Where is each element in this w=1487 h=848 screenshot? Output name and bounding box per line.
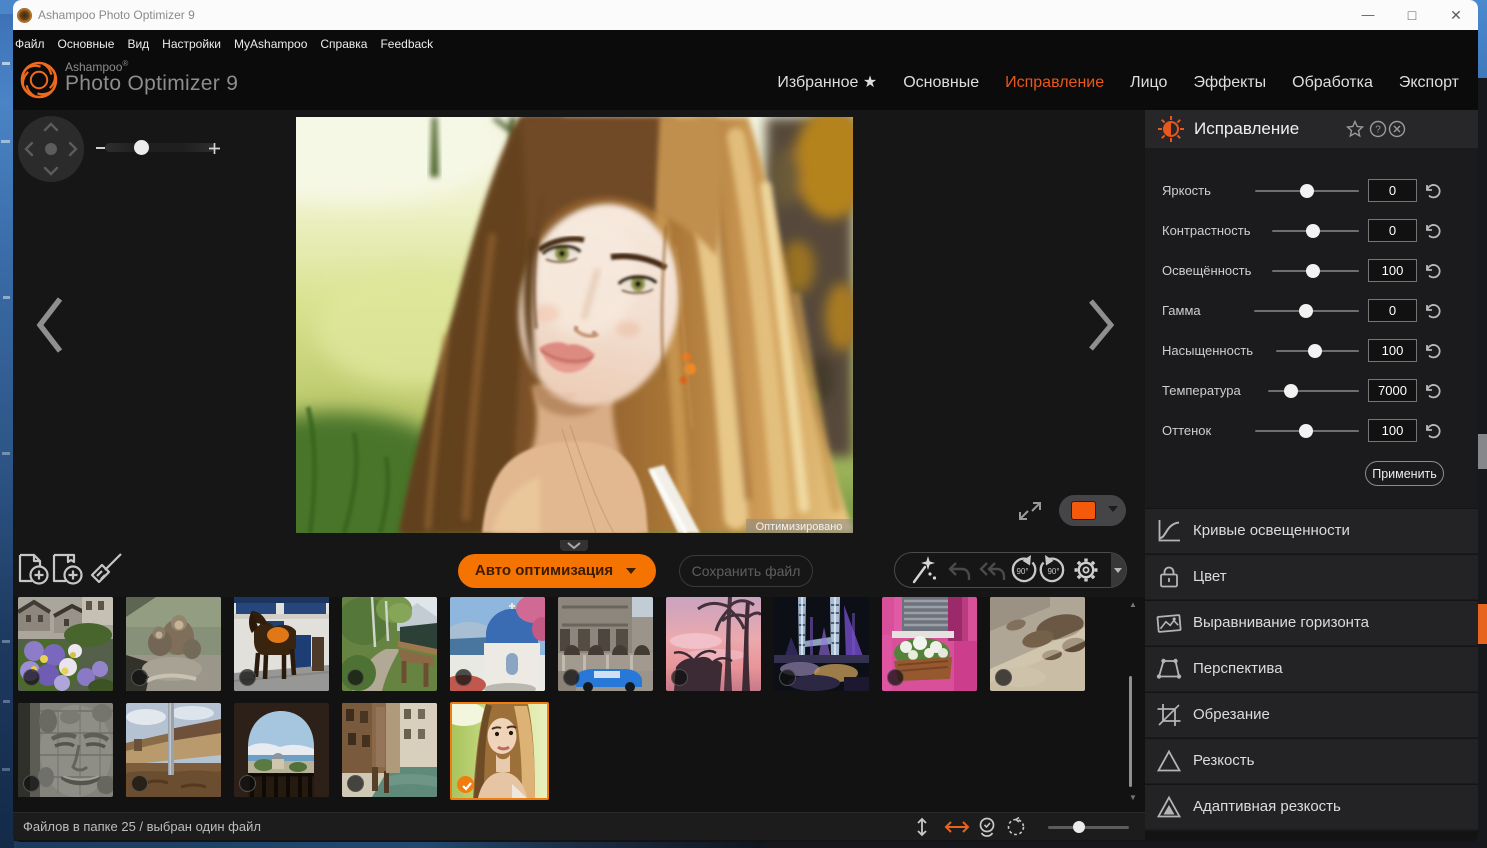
svg-text:90°: 90° [1016, 567, 1028, 576]
svg-text:?: ? [1375, 125, 1381, 136]
svg-text:Оптимизировано: Оптимизировано [756, 521, 843, 533]
svg-text:90°: 90° [1047, 567, 1059, 576]
